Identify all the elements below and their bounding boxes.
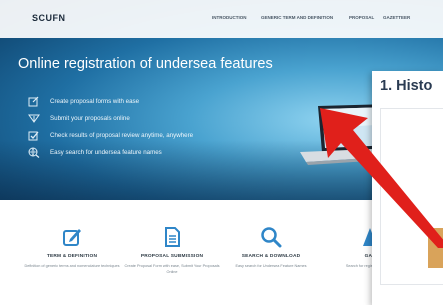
feature-item-check: Check results of proposal review anytime… (28, 130, 193, 141)
nav-proposal[interactable]: PROPOSAL (349, 15, 374, 20)
feature-item-submit: Submit your proposals online (28, 113, 130, 124)
nav-generic-term[interactable]: GENERIC TERM AND DEFINITION (261, 15, 333, 20)
card-title: PROPOSAL SUBMISSION (140, 254, 204, 259)
submit-icon (28, 113, 40, 124)
card-title: SEARCH & DOWNLOAD (241, 254, 301, 259)
card-description: Create Proposal Form with ease, Submit Y… (124, 264, 220, 274)
hero-title: Online registration of undersea features (18, 56, 273, 72)
feature-item-search: Easy search for undersea feature names (28, 147, 162, 158)
card-title: TERM & DEFINITION (46, 254, 98, 259)
card-term-definition[interactable]: TERM & DEFINITION Definition of generic … (24, 226, 120, 269)
card-description: Easy search for Undersea Feature Names (235, 264, 307, 268)
edit-box-icon (28, 96, 40, 107)
history-panel-title: 1. Histo (380, 78, 433, 94)
checkbox-icon (28, 130, 40, 141)
site-logo[interactable]: SCUFN (32, 13, 66, 23)
nav-gazetteer[interactable]: GAZETTEER (383, 15, 410, 20)
feature-label: Easy search for undersea feature names (50, 149, 162, 156)
pencil-icon (61, 226, 83, 248)
card-description: Definition of generic terms and nomencla… (24, 264, 120, 268)
feature-label: Submit your proposals online (50, 115, 130, 122)
feature-label: Create proposal forms with ease (50, 98, 140, 105)
document-icon (161, 226, 183, 248)
feature-item-create: Create proposal forms with ease (28, 96, 139, 107)
nav-introduction[interactable]: INTRODUCTION (212, 15, 247, 20)
feature-label: Check results of proposal review anytime… (50, 132, 194, 139)
top-navigation-bar: SCUFN INTRODUCTION GENERIC TERM AND DEFI… (0, 0, 443, 38)
card-search-download[interactable]: SEARCH & DOWNLOAD Easy search for Unders… (223, 226, 319, 269)
globe-search-icon (28, 147, 40, 158)
search-icon (260, 226, 282, 248)
card-proposal-submission[interactable]: PROPOSAL SUBMISSION Create Proposal Form… (124, 226, 220, 275)
red-arrow-annotation (320, 108, 443, 248)
screenshot-frame: SCUFN INTRODUCTION GENERIC TERM AND DEFI… (0, 0, 443, 305)
